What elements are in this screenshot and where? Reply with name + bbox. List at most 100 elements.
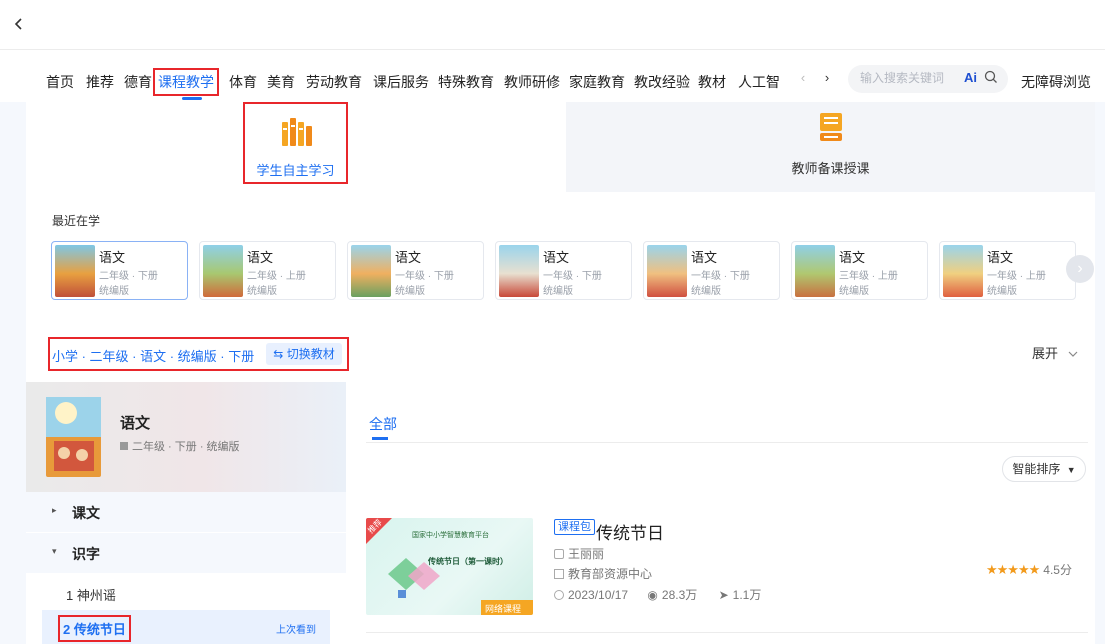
recent-book-card[interactable]: 语文 二年级 · 下册 统编版 xyxy=(51,241,188,300)
tab-after-school[interactable]: 课后服务 xyxy=(373,72,429,92)
thumbnail-footer: 网络课程 xyxy=(485,604,522,614)
recent-book-card[interactable]: 语文 一年级 · 下册 统编版 xyxy=(347,241,484,300)
book-grade: 一年级 · 下册 xyxy=(691,271,750,282)
nav-scroll-controls: ‹ › xyxy=(792,65,838,91)
star-rating-icon: ★★★★★ xyxy=(986,562,1040,577)
thumbnail-brand: 国家中小学智慧教育平台 xyxy=(412,532,489,539)
lesson-item-current[interactable]: 2 传统节日 上次看到 xyxy=(42,610,330,644)
book-title: 语文 xyxy=(839,250,866,265)
lesson-item[interactable]: 1 神州谣 xyxy=(26,576,346,610)
tab-family[interactable]: 家庭教育 xyxy=(569,72,625,92)
recent-book-card[interactable]: 语文 一年级 · 下册 统编版 xyxy=(495,241,632,300)
lesson-label: 2 传统节日 xyxy=(58,615,131,642)
book-title: 语文 xyxy=(247,250,274,265)
book-cover-image xyxy=(943,245,983,297)
chevron-right-icon[interactable]: › xyxy=(816,65,838,91)
course-teacher: 王丽丽 xyxy=(554,545,604,562)
recent-book-card[interactable]: 语文 三年级 · 上册 统编版 xyxy=(791,241,928,300)
tab-ai[interactable]: 人工智 xyxy=(738,72,780,92)
tab-home[interactable]: 首页 xyxy=(46,72,74,92)
book-grade: 一年级 · 下册 xyxy=(543,271,602,282)
tab-all[interactable]: 全部 xyxy=(369,414,397,434)
thumb-up-icon: ➤ xyxy=(718,588,729,602)
last-viewed-badge: 上次看到 xyxy=(276,625,316,636)
tab-special-ed[interactable]: 特殊教育 xyxy=(438,72,494,92)
chevron-down-icon xyxy=(1068,351,1078,357)
tab-course-teaching[interactable]: 课程教学 xyxy=(153,68,219,96)
search-box: Ai xyxy=(848,65,1008,93)
book-edition: 统编版 xyxy=(691,286,721,297)
tab-teacher-training[interactable]: 教师研修 xyxy=(504,72,560,92)
book-icon xyxy=(120,442,128,450)
tab-textbooks[interactable]: 教材 xyxy=(698,72,726,92)
mode-student-label: 学生自主学习 xyxy=(256,163,335,178)
top-bar xyxy=(0,0,1105,50)
rating-text: 4.5分 xyxy=(1043,563,1072,577)
chevron-left-icon[interactable]: ‹ xyxy=(792,65,814,91)
book-grade: 一年级 · 下册 xyxy=(395,271,454,282)
sort-dropdown[interactable]: 智能排序 ▼ xyxy=(1002,456,1086,482)
recent-learning-label: 最近在学 xyxy=(52,214,101,228)
tab-labor[interactable]: 劳动教育 xyxy=(306,72,362,92)
book-title: 语文 xyxy=(987,250,1014,265)
clock-icon xyxy=(554,590,564,600)
expand-label: 展开 xyxy=(1032,346,1059,361)
carousel-next-icon[interactable]: › xyxy=(1066,255,1094,283)
book-grade: 二年级 · 上册 xyxy=(247,271,306,282)
thumbnail-heading: 传统节日（第一课时） xyxy=(428,557,508,566)
book-title: 语文 xyxy=(691,250,718,265)
recent-book-card[interactable]: 语文 一年级 · 上册 统编版 xyxy=(939,241,1076,300)
back-icon[interactable] xyxy=(14,17,30,33)
book-edition: 统编版 xyxy=(395,286,425,297)
accessibility-link[interactable]: 无障碍浏览 xyxy=(1021,72,1091,92)
book-edition: 统编版 xyxy=(247,286,277,297)
active-tab-indicator xyxy=(182,97,202,100)
tab-divider xyxy=(366,442,1088,443)
lesson-plan-icon xyxy=(820,113,842,141)
course-card[interactable]: 推荐 国家中小学智慧教育平台 传统节日（第一课时） 网络课程 课程包 传统节日 … xyxy=(366,515,1088,615)
recent-book-card[interactable]: 语文 二年级 · 上册 统编版 xyxy=(199,241,336,300)
book-cover-image xyxy=(647,245,687,297)
switch-textbook-button[interactable]: ⇆ 切换教材 xyxy=(266,343,342,365)
building-icon xyxy=(554,569,564,579)
right-gutter xyxy=(1095,102,1105,644)
books-icon xyxy=(282,118,312,146)
search-input[interactable] xyxy=(860,71,956,85)
book-cover-image xyxy=(795,245,835,297)
tab-recommend[interactable]: 推荐 xyxy=(86,72,114,92)
tree-node-texts[interactable]: ▸ 课文 xyxy=(26,492,346,532)
ai-search-badge[interactable]: Ai xyxy=(964,70,977,85)
mode-student-learning[interactable]: 学生自主学习 xyxy=(243,102,348,184)
mode-teacher-lesson-prep[interactable]: 教师备课授课 xyxy=(566,102,1095,192)
textbook-cover-image xyxy=(46,397,101,477)
book-cover-image xyxy=(499,245,539,297)
tree-node-label: 识字 xyxy=(72,546,100,562)
sort-label: 智能排序 xyxy=(1012,462,1061,476)
tab-reform[interactable]: 教改经验 xyxy=(634,72,690,92)
tab-arts[interactable]: 美育 xyxy=(267,72,295,92)
active-tab-indicator xyxy=(372,437,388,440)
book-cover-image xyxy=(55,245,95,297)
course-source: 教育部资源中心 xyxy=(554,565,652,582)
course-stats: 2023/10/17 ◉ 28.3万 ➤ 1.1万 xyxy=(554,586,761,603)
book-grade: 三年级 · 上册 xyxy=(839,271,898,282)
expand-button[interactable]: 展开 xyxy=(1032,343,1078,362)
textbook-subtitle-text: 二年级 · 下册 · 统编版 xyxy=(132,441,240,453)
textbook-title: 语文 xyxy=(120,415,151,432)
switch-icon: ⇆ xyxy=(273,347,284,361)
textbook-breadcrumb[interactable]: 小学 · 二年级 · 语文 · 统编版 · 下册 xyxy=(52,346,254,365)
tab-pe[interactable]: 体育 xyxy=(229,72,257,92)
tree-node-literacy[interactable]: ▾ 识字 xyxy=(26,533,346,573)
search-icon[interactable] xyxy=(984,70,998,84)
caret-down-icon: ▼ xyxy=(1066,465,1076,475)
book-edition: 统编版 xyxy=(99,286,129,297)
book-edition: 统编版 xyxy=(839,286,869,297)
person-icon xyxy=(554,549,564,559)
tab-moral[interactable]: 德育 xyxy=(124,72,152,92)
book-edition: 统编版 xyxy=(543,286,573,297)
course-package-tag: 课程包 xyxy=(554,519,595,535)
textbook-subtitle: 二年级 · 下册 · 统编版 xyxy=(120,438,240,454)
recent-book-card[interactable]: 语文 一年级 · 下册 统编版 xyxy=(643,241,780,300)
course-title[interactable]: 传统节日 xyxy=(596,519,664,544)
mode-teacher-label: 教师备课授课 xyxy=(791,161,870,176)
